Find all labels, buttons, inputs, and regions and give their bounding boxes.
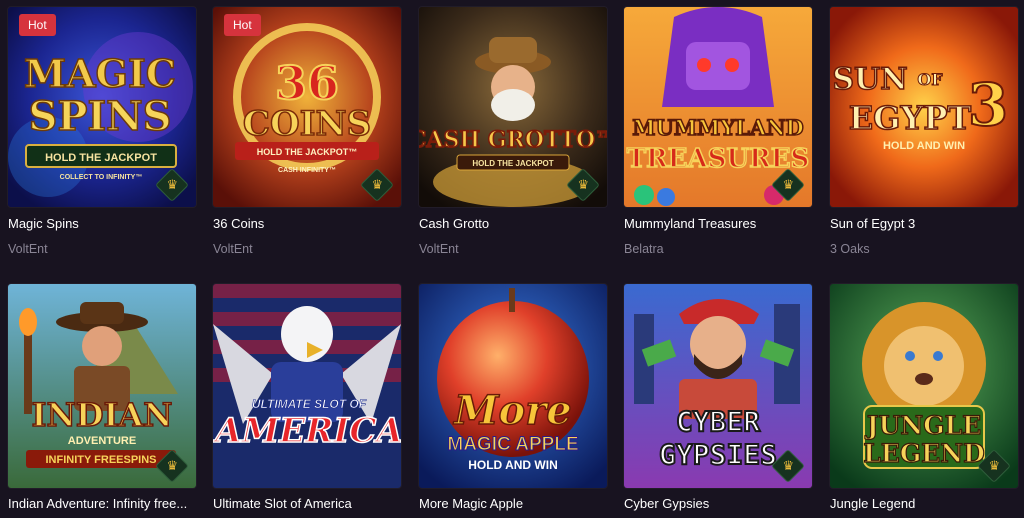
svg-text:HOLD THE JACKPOT: HOLD THE JACKPOT [472,159,553,168]
svg-text:ADVENTURE: ADVENTURE [68,435,136,447]
game-card-magic-spins[interactable]: MAGIC SPINS HOLD THE JACKPOT COLLECT TO … [8,7,196,257]
game-card-indian-adventure[interactable]: INDIAN ADVENTURE INFINITY FREESPINS ♛ In… [8,284,196,512]
game-title[interactable]: Magic Spins [8,216,196,232]
game-card-jungle-legend[interactable]: JUNGLE LEGEND ♛ Jungle Legend [830,284,1018,512]
game-provider: 3 Oaks [830,242,870,256]
svg-text:CYBER: CYBER [676,405,760,438]
game-provider: VoltEnt [419,242,459,256]
game-title[interactable]: Sun of Egypt 3 [830,216,1018,232]
svg-text:CASH GROTTO™: CASH GROTTO™ [419,127,607,153]
svg-text:COLLECT TO INFINITY™: COLLECT TO INFINITY™ [60,174,143,181]
game-provider: Belatra [624,242,664,256]
svg-text:CASH INFINITY™: CASH INFINITY™ [278,167,336,174]
svg-text:MAGIC APPLE: MAGIC APPLE [447,434,578,455]
game-thumbnail[interactable]: SUN OF EGYPT 3 HOLD AND WIN [830,7,1018,207]
svg-text:AMERICA: AMERICA [213,411,401,451]
game-title[interactable]: More Magic Apple [419,496,607,512]
game-title[interactable]: Cyber Gypsies [624,496,812,512]
svg-text:INDIAN: INDIAN [31,396,172,434]
svg-text:More: More [452,387,571,434]
game-provider: VoltEnt [213,242,253,256]
game-title[interactable]: Ultimate Slot of America [213,496,401,512]
svg-text:TREASURES: TREASURES [627,144,810,174]
game-card-cash-grotto[interactable]: CASH GROTTO™ HOLD THE JACKPOT ♛ Cash Gro… [419,7,607,257]
game-card-cyber-gypsies[interactable]: CYBER GYPSIES ♛ Cyber Gypsies [624,284,812,512]
svg-text:OF: OF [917,70,943,89]
sun-of-egypt-3-artwork: SUN OF EGYPT 3 HOLD AND WIN [830,7,1018,207]
svg-text:MUMMYLAND: MUMMYLAND [632,115,804,140]
game-title[interactable]: Indian Adventure: Infinity free... [8,496,196,512]
game-thumbnail[interactable]: MAGIC SPINS HOLD THE JACKPOT COLLECT TO … [8,7,196,207]
game-thumbnail[interactable]: ULTIMATE SLOT OF AMERICA [213,284,401,488]
game-title[interactable]: Cash Grotto [419,216,607,232]
svg-text:ULTIMATE SLOT OF: ULTIMATE SLOT OF [252,397,367,411]
game-thumbnail[interactable]: MUMMYLAND TREASURES ♛ [624,7,812,207]
game-title[interactable]: 36 Coins [213,216,401,232]
game-card-more-magic-apple[interactable]: More MAGIC APPLE HOLD AND WIN More Magic… [419,284,607,512]
game-thumbnail[interactable]: More MAGIC APPLE HOLD AND WIN [419,284,607,488]
svg-text:HOLD AND WIN: HOLD AND WIN [468,458,558,472]
hot-badge: Hot [224,14,261,36]
game-thumbnail[interactable]: JUNGLE LEGEND ♛ [830,284,1018,488]
game-card-mummyland-treasures[interactable]: MUMMYLAND TREASURES ♛ Mummyland Treasure… [624,7,812,257]
game-thumbnail[interactable]: CASH GROTTO™ HOLD THE JACKPOT ♛ [419,7,607,207]
svg-text:3: 3 [968,71,1008,139]
game-card-ultimate-slot-of-america[interactable]: ULTIMATE SLOT OF AMERICA Ultimate Slot o… [213,284,401,512]
game-provider: VoltEnt [8,242,48,256]
svg-text:INFINITY FREESPINS: INFINITY FREESPINS [45,454,156,466]
svg-text:36: 36 [275,56,339,110]
game-title[interactable]: Mummyland Treasures [624,216,812,232]
game-thumbnail[interactable]: INDIAN ADVENTURE INFINITY FREESPINS ♛ [8,284,196,488]
game-grid: MAGIC SPINS HOLD THE JACKPOT COLLECT TO … [0,0,1024,518]
game-card-36-coins[interactable]: 36 COINS HOLD THE JACKPOT™ CASH INFINITY… [213,7,401,257]
game-card-sun-of-egypt-3[interactable]: SUN OF EGYPT 3 HOLD AND WIN Sun of Egypt… [830,7,1018,257]
svg-text:SPINS: SPINS [28,93,171,140]
svg-text:EGYPT: EGYPT [849,99,972,137]
game-thumbnail[interactable]: CYBER GYPSIES ♛ [624,284,812,488]
svg-text:COINS: COINS [243,104,371,144]
ultimate-slot-of-america-artwork: ULTIMATE SLOT OF AMERICA [213,284,401,488]
game-thumbnail[interactable]: 36 COINS HOLD THE JACKPOT™ CASH INFINITY… [213,7,401,207]
svg-text:HOLD THE JACKPOT: HOLD THE JACKPOT [45,152,157,164]
svg-text:SUN: SUN [832,62,907,97]
svg-text:GYPSIES: GYPSIES [659,438,777,471]
svg-text:LEGEND: LEGEND [863,439,985,468]
svg-text:HOLD THE JACKPOT™: HOLD THE JACKPOT™ [257,147,358,157]
svg-text:HOLD AND WIN: HOLD AND WIN [883,140,965,152]
svg-text:MAGIC: MAGIC [24,51,176,96]
svg-text:JUNGLE: JUNGLE [865,411,981,440]
game-title[interactable]: Jungle Legend [830,496,1018,512]
more-magic-apple-artwork: More MAGIC APPLE HOLD AND WIN [419,284,607,488]
hot-badge: Hot [19,14,56,36]
